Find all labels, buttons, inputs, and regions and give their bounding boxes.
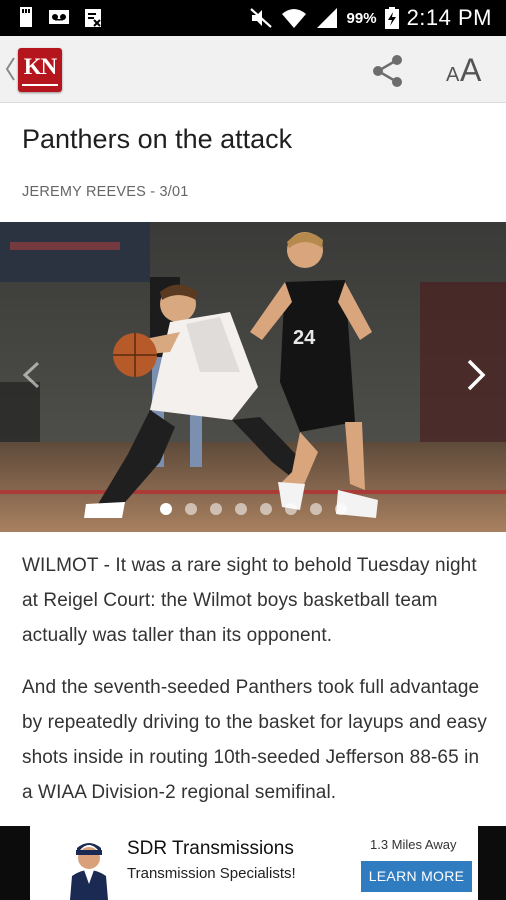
voicemail-icon xyxy=(49,10,69,24)
ad-subtitle: Transmission Specialists! xyxy=(127,865,296,882)
logo-underline xyxy=(22,84,58,86)
carousel-dot[interactable] xyxy=(284,503,297,515)
app-bar: KN A A xyxy=(0,36,506,103)
carousel-dot[interactable] xyxy=(209,503,222,515)
ad-person-image xyxy=(70,843,108,900)
mute-icon xyxy=(249,8,272,28)
article-paragraph: WILMOT - It was a rare sight to behold T… xyxy=(22,555,477,646)
carousel-next-icon[interactable] xyxy=(462,358,490,392)
photo-carousel[interactable]: 24 xyxy=(0,222,506,532)
sd-card-icon xyxy=(20,7,32,27)
article-paragraph: And the seventh-seeded Panthers took ful… xyxy=(22,677,487,803)
status-bar: 99% 2:14 PM xyxy=(0,0,506,36)
carousel-dot[interactable] xyxy=(309,503,322,515)
clock: 2:14 PM xyxy=(406,5,492,30)
carousel-dot[interactable] xyxy=(159,503,172,515)
ad-distance: 1.3 Miles Away xyxy=(370,837,457,852)
article-byline: JEREMY REEVES - 3/01 xyxy=(22,184,189,200)
back-chevron-icon[interactable] xyxy=(4,56,16,82)
text-size-large-a: A xyxy=(460,52,482,88)
carousel-dot[interactable] xyxy=(184,503,197,515)
ad-banner[interactable]: SDR Transmissions Transmission Specialis… xyxy=(30,826,478,900)
ad-title: SDR Transmissions xyxy=(127,838,294,859)
carousel-dot[interactable] xyxy=(234,503,247,515)
logo-text: KN xyxy=(23,54,58,79)
carousel-prev-icon[interactable] xyxy=(18,360,44,390)
article-photo: 24 xyxy=(0,222,506,532)
carousel-dot[interactable] xyxy=(259,503,272,515)
app-logo[interactable]: KN xyxy=(18,48,62,92)
clipboard-icon xyxy=(85,9,101,27)
carousel-dot[interactable] xyxy=(334,503,347,515)
text-size-small-a: A xyxy=(446,64,460,86)
share-icon[interactable] xyxy=(368,51,408,91)
article-body: WILMOT - It was a rare sight to behold T… xyxy=(22,548,488,828)
ad-banner-area: SDR Transmissions Transmission Specialis… xyxy=(0,826,506,900)
article-headline: Panthers on the attack xyxy=(22,124,293,154)
text-size-icon[interactable]: A A xyxy=(440,50,494,90)
jersey-number: 24 xyxy=(293,327,316,349)
learn-more-button[interactable]: LEARN MORE xyxy=(361,861,472,892)
wifi-icon xyxy=(281,9,306,28)
carousel-pagination[interactable] xyxy=(0,503,506,515)
battery-charging-icon xyxy=(384,7,399,29)
signal-icon xyxy=(316,8,337,28)
battery-percent: 99% xyxy=(346,9,377,27)
